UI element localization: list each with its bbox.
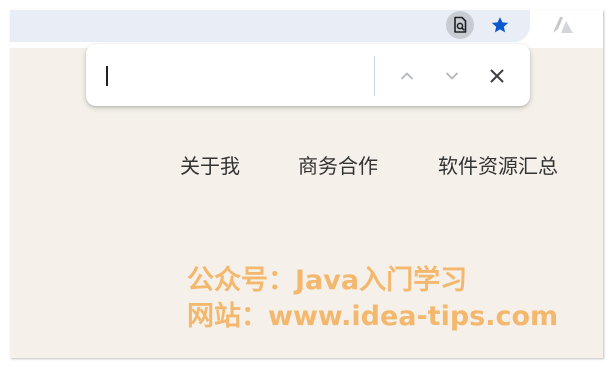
text-caret	[106, 66, 108, 86]
find-previous-button[interactable]	[392, 61, 422, 91]
extension-logo-icon[interactable]	[549, 11, 577, 39]
watermark-line-1: 公众号：Java入门学习	[187, 265, 468, 296]
find-input[interactable]	[104, 58, 366, 92]
find-in-page-bar	[86, 44, 530, 106]
browser-window: 关于我 商务合作 软件资源汇总 公众号：Java入门学习 网站：www.idea…	[10, 10, 603, 358]
close-icon	[490, 69, 504, 83]
bookmark-star-icon[interactable]	[486, 11, 514, 39]
find-in-page-icon[interactable]	[446, 11, 474, 39]
chevron-up-icon	[401, 72, 413, 80]
watermark-line-2: 网站：www.idea-tips.com	[187, 301, 559, 332]
find-next-button[interactable]	[437, 61, 467, 91]
browser-toolbar	[10, 10, 603, 48]
nav-link-software-resources[interactable]: 软件资源汇总	[438, 150, 558, 179]
find-close-button[interactable]	[482, 61, 512, 91]
find-divider	[374, 56, 375, 96]
nav-link-business[interactable]: 商务合作	[298, 150, 378, 179]
nav-link-about[interactable]: 关于我	[180, 150, 240, 179]
chevron-down-icon	[446, 72, 458, 80]
